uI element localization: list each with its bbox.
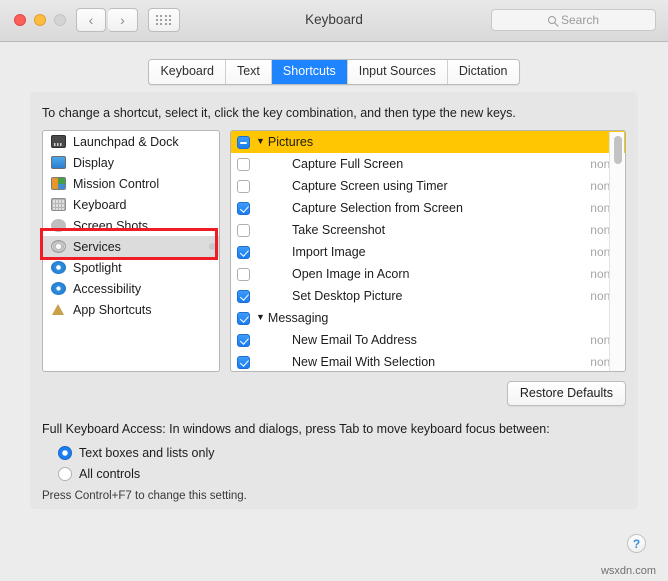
shortcut-item-row[interactable]: New Email To Address none — [231, 329, 625, 351]
shortcut-item-label: New Email To Address — [292, 333, 417, 347]
sidebar-item-spotlight[interactable]: Spotlight — [43, 257, 219, 278]
launchpad-dock-icon — [51, 135, 66, 148]
sidebar-item-label: Services — [73, 239, 121, 254]
keyboard-icon — [51, 198, 66, 211]
sidebar-item-keyboard[interactable]: Keyboard — [43, 194, 219, 215]
shortcut-items-list[interactable]: ▼ Pictures Capture Full Screen none Capture … — [230, 130, 626, 372]
shortcut-group-row[interactable]: ▼ Messaging — [231, 307, 625, 329]
sidebar-item-mission-control[interactable]: Mission Control — [43, 173, 219, 194]
tab-shortcuts[interactable]: Shortcuts — [271, 60, 348, 84]
sidebar-item-label: Display — [73, 155, 114, 170]
shortcut-item-row[interactable]: Import Image none — [231, 241, 625, 263]
checkbox-checked[interactable] — [237, 245, 250, 259]
window-title-bar: ‹ › Keyboard Search — [0, 0, 668, 42]
shortcut-item-label: Capture Selection from Screen — [292, 201, 463, 215]
shortcut-item-row[interactable]: Open Image in Acorn none — [231, 263, 625, 285]
sidebar-scroll-indicator — [209, 243, 216, 250]
app-shortcuts-icon — [51, 303, 66, 316]
shortcut-group-row[interactable]: ▼ Pictures — [231, 131, 625, 153]
shortcut-item-label: New Email With Selection — [292, 355, 436, 369]
shortcut-item-row[interactable]: Capture Selection from Screen none — [231, 197, 625, 219]
screen-shots-icon — [51, 219, 66, 232]
radio-all-controls[interactable]: All controls — [58, 467, 140, 481]
checkbox-mixed[interactable] — [237, 135, 250, 149]
checkbox-checked[interactable] — [237, 289, 250, 303]
shortcut-item-label: Set Desktop Picture — [292, 289, 403, 303]
shortcut-group-label: Messaging — [267, 311, 329, 325]
scrollbar-thumb[interactable] — [613, 136, 622, 164]
sidebar-item-services[interactable]: Services — [43, 236, 219, 257]
shortcut-item-label: Capture Screen using Timer — [292, 179, 448, 193]
tab-keyboard[interactable]: Keyboard — [149, 60, 226, 84]
shortcut-item-row[interactable]: New Email With Selection none — [231, 351, 625, 371]
help-button[interactable]: ? — [627, 534, 646, 553]
sidebar-item-label: Keyboard — [73, 197, 127, 212]
shortcut-item-row[interactable]: Capture Full Screen none — [231, 153, 625, 175]
shortcut-item-row[interactable]: Set Desktop Picture none — [231, 285, 625, 307]
checkbox-unchecked[interactable] — [237, 179, 250, 193]
disclosure-triangle-icon[interactable]: ▼ — [256, 136, 265, 146]
search-placeholder: Search — [560, 13, 600, 27]
tab-bar: Keyboard Text Shortcuts Input Sources Dictat… — [0, 59, 668, 85]
sidebar-item-label: App Shortcuts — [73, 302, 152, 317]
sidebar-item-display[interactable]: Display — [43, 152, 219, 173]
checkbox-checked[interactable] — [237, 311, 250, 325]
checkbox-checked[interactable] — [237, 201, 250, 215]
shortcut-item-row[interactable]: Take Screenshot none — [231, 219, 625, 241]
display-icon — [51, 156, 66, 169]
sidebar-item-label: Screen Shots — [73, 218, 149, 233]
radio-label: Text boxes and lists only — [79, 446, 215, 460]
shortcut-item-row[interactable]: Capture Screen using Timer none — [231, 175, 625, 197]
shortcut-panes: Launchpad & Dock Display Mission Control Ke… — [42, 130, 626, 372]
sidebar-item-label: Spotlight — [73, 260, 122, 275]
services-gear-icon — [51, 240, 66, 253]
accessibility-icon — [51, 282, 66, 295]
checkbox-checked[interactable] — [237, 355, 250, 369]
search-icon — [547, 16, 556, 24]
shortcut-item-label: Capture Full Screen — [292, 157, 404, 171]
sidebar-item-label: Accessibility — [73, 281, 142, 296]
spotlight-icon — [51, 261, 66, 274]
sidebar-item-accessibility[interactable]: Accessibility — [43, 278, 219, 299]
tab-text[interactable]: Text — [225, 60, 272, 84]
watermark-text: wsxdn.com — [600, 565, 656, 577]
sidebar-item-app-shortcuts[interactable]: App Shortcuts — [43, 299, 219, 320]
radio-text-boxes-and-lists-only[interactable]: Text boxes and lists only — [58, 446, 215, 460]
checkbox-unchecked[interactable] — [237, 223, 250, 237]
keyboard-preferences-window: ‹ › Keyboard Search Keyboard Text Shortcut… — [0, 0, 668, 581]
shortcut-category-list[interactable]: Launchpad & Dock Display Mission Control Ke… — [42, 130, 220, 372]
shortcut-item-label: Take Screenshot — [292, 223, 386, 237]
radio-button-icon[interactable] — [58, 467, 72, 481]
full-keyboard-access-label: Full Keyboard Access: In windows and dia… — [42, 422, 550, 436]
tab-input-sources[interactable]: Input Sources — [347, 60, 448, 84]
disclosure-triangle-icon[interactable]: ▼ — [256, 312, 265, 322]
tab-dictation[interactable]: Dictation — [447, 60, 519, 84]
full-keyboard-access-note: Press Control+F7 to change this setting. — [42, 490, 247, 502]
checkbox-unchecked[interactable] — [237, 267, 250, 281]
radio-label: All controls — [79, 467, 141, 481]
tab-group: Keyboard Text Shortcuts Input Sources Dictat… — [148, 59, 520, 85]
shortcut-group-label: Pictures — [267, 135, 314, 149]
sidebar-item-label: Launchpad & Dock — [73, 134, 179, 149]
shortcut-item-label: Open Image in Acorn — [292, 267, 410, 281]
shortcut-list-scrollbar[interactable] — [609, 132, 624, 371]
mission-control-icon — [51, 177, 66, 190]
checkbox-checked[interactable] — [237, 333, 250, 347]
search-input[interactable]: Search — [491, 9, 656, 31]
shortcut-item-label: Import Image — [292, 245, 366, 259]
sidebar-item-screen-shots[interactable]: Screen Shots — [43, 215, 219, 236]
shortcuts-panel: To change a shortcut, select it, click t… — [30, 92, 638, 509]
radio-button-icon[interactable] — [58, 446, 72, 460]
restore-defaults-button[interactable]: Restore Defaults — [506, 381, 626, 406]
sidebar-item-label: Mission Control — [73, 176, 160, 191]
sidebar-item-launchpad-dock[interactable]: Launchpad & Dock — [43, 131, 219, 152]
instruction-text: To change a shortcut, select it, click t… — [42, 106, 516, 120]
checkbox-unchecked[interactable] — [237, 157, 250, 171]
